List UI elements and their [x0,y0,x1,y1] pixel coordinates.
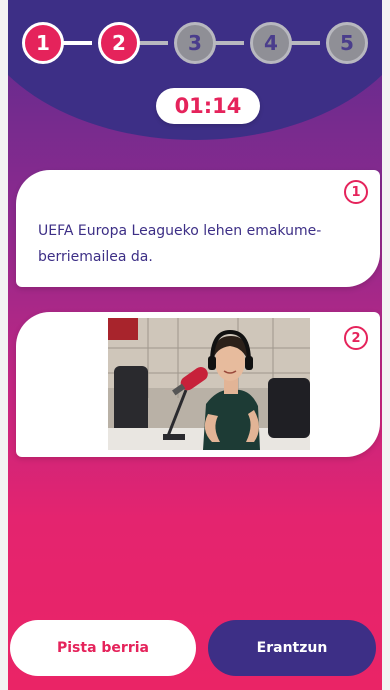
countdown-timer: 01:14 [156,88,260,124]
clue-text: UEFA Europa Leagueko lehen emakume-berri… [38,223,322,265]
step-4: 4 [250,22,292,64]
answer-button[interactable]: Erantzun [208,620,376,676]
step-connector [138,41,168,45]
new-hint-button[interactable]: Pista berria [10,620,196,676]
step-connector [214,41,244,45]
clue-number-badge: 1 [344,180,368,204]
woman-at-radio-microphone-image [108,318,310,450]
step-connector [62,41,92,45]
step-connector [290,41,320,45]
clue-card-2: 2 [16,312,380,457]
step-1: 1 [22,22,64,64]
clue-photo [108,318,310,450]
step-progress: 1 2 3 4 5 [22,22,368,64]
step-3: 3 [174,22,216,64]
clue-number-badge: 2 [344,326,368,350]
step-2: 2 [98,22,140,64]
quiz-screen: 1 2 3 4 5 01:14 1 UEFA Europa Leagueko l… [8,0,382,690]
clue-card-1: 1 UEFA Europa Leagueko lehen emakume-ber… [16,170,380,287]
step-5: 5 [326,22,368,64]
